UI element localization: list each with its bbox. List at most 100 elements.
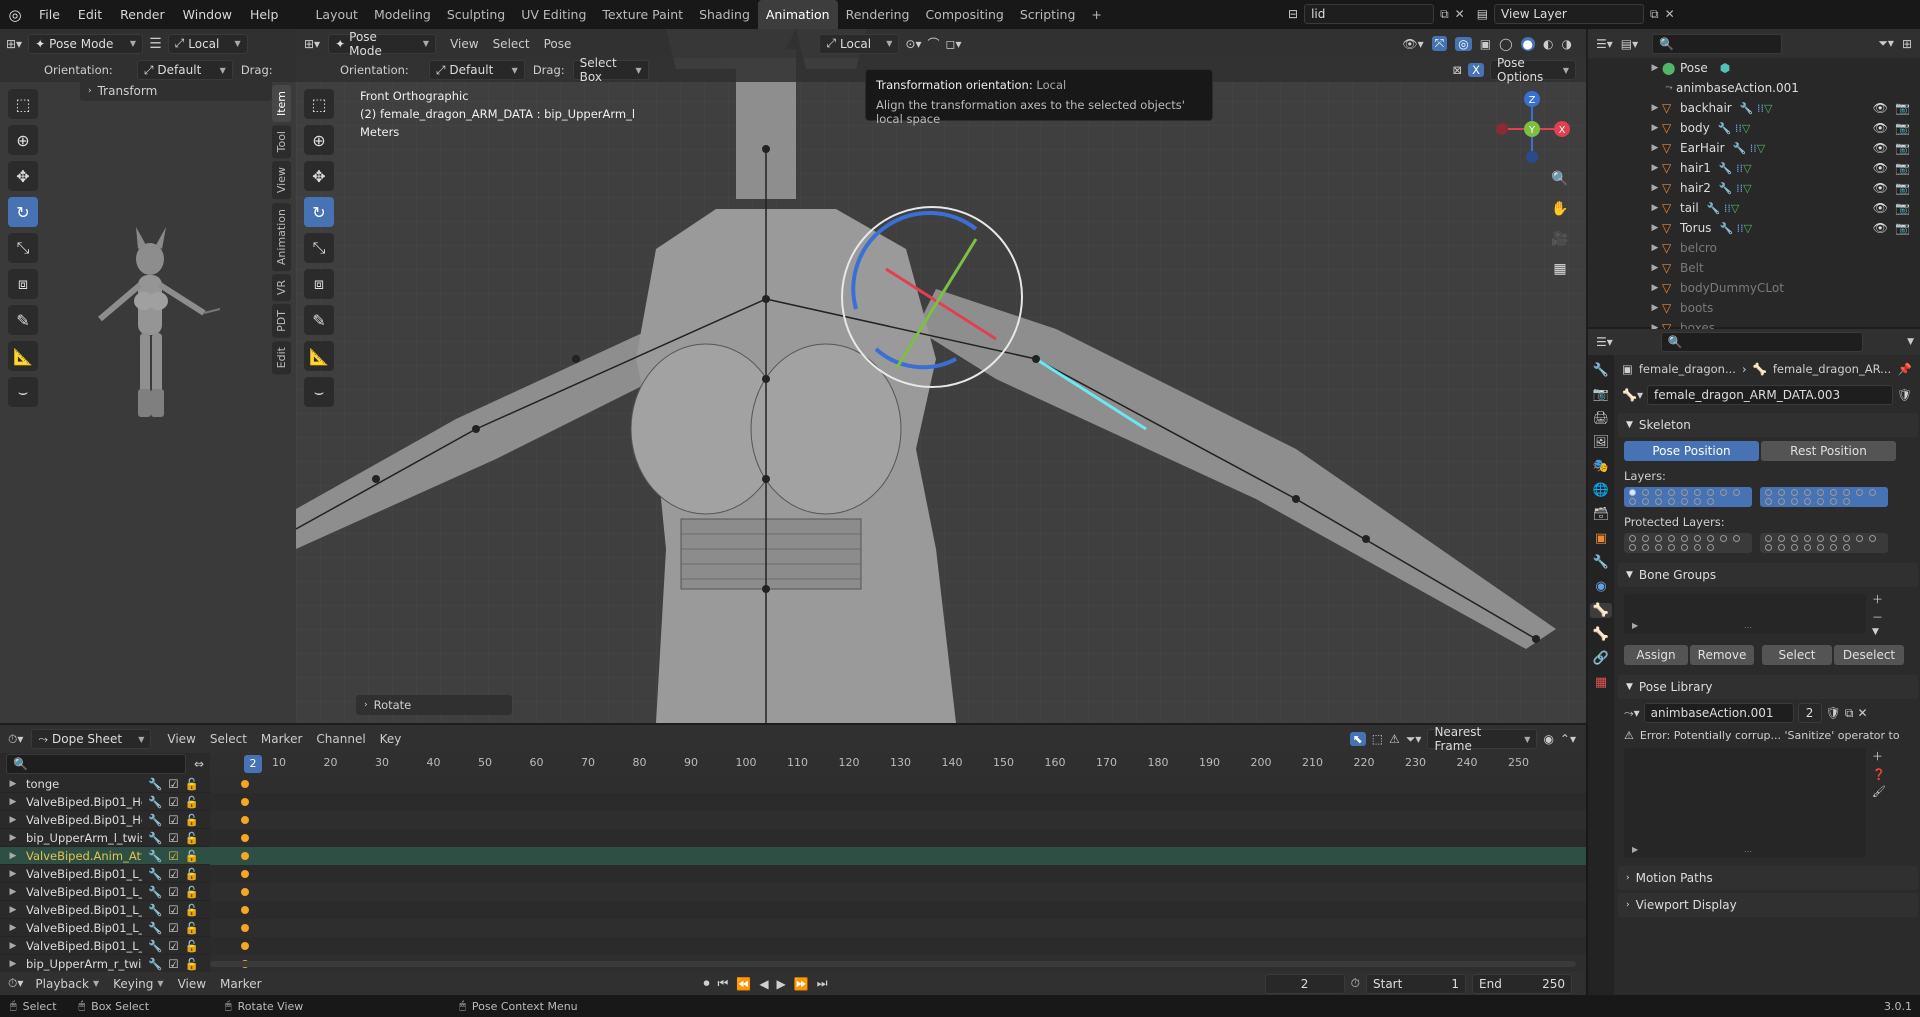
menu-channel[interactable]: Channel	[316, 732, 365, 746]
keyframe-track[interactable]	[210, 901, 1586, 919]
cursor-tool[interactable]: ⊕	[8, 125, 38, 155]
wrench-icon[interactable]: 🔧	[148, 921, 162, 935]
menu-keying[interactable]: Keying	[113, 977, 153, 991]
expand-arrow-icon[interactable]: ▶	[6, 797, 20, 807]
checkbox-icon[interactable]: ☑	[168, 831, 178, 845]
tab-sculpting[interactable]: Sculpting	[439, 0, 513, 29]
layer-dot[interactable]	[1655, 498, 1662, 505]
menu-marker[interactable]: Marker	[220, 977, 261, 991]
channel-item[interactable]: ▶ ValveBiped.Bip01_Hea 🔧 ☑ 🔓	[0, 793, 210, 811]
layer-dot[interactable]	[1707, 544, 1714, 551]
editor-type-icon[interactable]: ⏱▾	[8, 976, 23, 991]
eye-icon[interactable]: 👁	[1873, 161, 1888, 175]
sidebar-tab-vr[interactable]: VR	[272, 273, 291, 301]
measure-tool[interactable]: 📐	[8, 341, 38, 371]
keyframe-track[interactable]	[210, 937, 1586, 955]
channel-row[interactable]: ▶ bip_UpperArm_l_twist2 🔧 ☑ 🔓	[0, 829, 1586, 847]
checkbox-icon[interactable]: ☑	[168, 885, 178, 899]
zoom-icon[interactable]: 🔍	[1548, 171, 1572, 201]
data-block-name[interactable]: female_dragon_ARM_DATA.003	[1646, 385, 1893, 405]
transform-tool[interactable]: ⧈	[304, 269, 334, 299]
eye-icon[interactable]: 👁	[1873, 201, 1888, 215]
duplicate-icon[interactable]: ⧉	[1845, 706, 1854, 721]
last-operator-panel[interactable]: › Rotate	[356, 695, 512, 715]
main-viewport[interactable]: ⊞▾ ✦ Pose Mode ▼ View Select Pose ⤢ Local ▼ ⊙▾…	[296, 29, 1586, 723]
editor-type-icon[interactable]: ☰▾	[1596, 37, 1613, 51]
blender-logo-icon[interactable]: ◎	[0, 6, 30, 24]
menu-help[interactable]: Help	[241, 0, 288, 29]
lock-icon[interactable]: 🔓	[185, 831, 199, 845]
snap-icon[interactable]: ⌒	[927, 35, 939, 52]
xray-icon[interactable]: ▣	[1480, 37, 1491, 51]
action-name-field[interactable]: animbaseAction.001	[1643, 703, 1794, 723]
camera-render-icon[interactable]: 📷	[1895, 181, 1910, 195]
layer-dot[interactable]	[1843, 535, 1850, 542]
layer-dot[interactable]	[1629, 535, 1636, 542]
lock-icon[interactable]: 🔓	[185, 921, 199, 935]
view-layer-icon[interactable]: ▤	[1477, 7, 1488, 21]
checkbox-icon[interactable]: ☑	[168, 957, 178, 971]
wrench-icon[interactable]: 🔧	[148, 813, 162, 827]
checkbox-icon[interactable]: ☑	[168, 921, 178, 935]
next-keyframe-icon[interactable]: ⏩	[794, 977, 809, 991]
menu-view[interactable]: View	[167, 732, 195, 746]
overlay-icon[interactable]: ◎	[1455, 36, 1472, 51]
layer-dot[interactable]	[1830, 544, 1837, 551]
select-button[interactable]: Select	[1762, 645, 1832, 665]
expand-arrow-icon[interactable]: ▶	[6, 869, 20, 879]
transform-panel-header[interactable]: › Transform	[80, 81, 272, 101]
layer-dot[interactable]	[1791, 535, 1798, 542]
channel-row[interactable]: ▶ ValveBiped.Bip01_L_Ul 🔧 ☑ 🔓	[0, 865, 1586, 883]
pan-hand-icon[interactable]: ✋	[1548, 201, 1572, 231]
menu-select[interactable]: Select	[493, 37, 530, 51]
output-tab-icon[interactable]: 🖨	[1593, 411, 1610, 426]
tab-compositing[interactable]: Compositing	[917, 0, 1011, 29]
lock-icon[interactable]: 🔓	[185, 939, 199, 953]
expand-arrow-icon[interactable]: ▶	[6, 905, 20, 915]
bone-envelope-tool[interactable]: ⌣	[304, 377, 334, 407]
prev-keyframe-icon[interactable]: ⏪	[736, 977, 751, 991]
transform-tool[interactable]: ⧈	[8, 269, 38, 299]
layers-grid[interactable]	[1618, 487, 1918, 507]
layer-dot[interactable]	[1629, 498, 1636, 505]
menu-playback[interactable]: Playback	[35, 977, 89, 991]
wrench-icon[interactable]: 🔧	[148, 939, 162, 953]
remove-button[interactable]: Remove	[1690, 645, 1754, 665]
mirror-x-icon[interactable]: X	[1468, 63, 1484, 77]
rotate-tool[interactable]: ↻	[8, 197, 38, 227]
lock-icon[interactable]: 🔓	[185, 777, 199, 791]
visibility-icon[interactable]: 👁▾	[1402, 37, 1423, 51]
eye-icon[interactable]: 👁	[1873, 221, 1888, 235]
lock-icon[interactable]: 🔓	[185, 903, 199, 917]
layer-dot[interactable]	[1642, 544, 1649, 551]
layer-dot[interactable]	[1804, 535, 1811, 542]
properties-search[interactable]: 🔍	[1660, 332, 1863, 352]
tool-tab-icon[interactable]: 🔧	[1593, 363, 1609, 378]
display-mode-icon[interactable]: ▤▾	[1621, 37, 1638, 51]
filter-icon[interactable]: ⏷▾	[1406, 732, 1422, 747]
add-icon[interactable]: ＋	[1872, 748, 1886, 764]
tab-rendering[interactable]: Rendering	[838, 0, 918, 29]
camera-render-icon[interactable]: 📷	[1895, 201, 1910, 215]
layer-dot[interactable]	[1856, 489, 1863, 496]
layer-dot[interactable]	[1707, 535, 1714, 542]
keyframe-track[interactable]	[210, 775, 1586, 793]
layer-dot[interactable]	[1668, 544, 1675, 551]
expand-arrow-icon[interactable]: ▶	[1648, 243, 1662, 253]
help-icon[interactable]: ❓	[1872, 768, 1886, 781]
play-reverse-icon[interactable]: ◀	[759, 977, 768, 991]
layer-dot[interactable]	[1791, 498, 1798, 505]
outliner-item[interactable]: ▶ ▽ tail 🔧 ⁞⁞ ▽ 👁 📷	[1648, 198, 1920, 218]
lock-icon[interactable]: 🔓	[185, 885, 199, 899]
drag-dropdown[interactable]: Select Box ▼	[572, 56, 649, 84]
scene-icon[interactable]: ⊟	[1288, 7, 1298, 21]
layer-dot[interactable]	[1655, 489, 1662, 496]
checkbox-icon[interactable]: ☑	[168, 903, 178, 917]
layer-dot[interactable]	[1778, 498, 1785, 505]
menu-window[interactable]: Window	[174, 0, 241, 29]
expand-arrow-icon[interactable]: ▶	[6, 833, 20, 843]
select-box-tool[interactable]: ⬚	[8, 89, 38, 119]
layer-dot[interactable]	[1681, 489, 1688, 496]
pose-library-panel-header[interactable]: ▼ Pose Library	[1618, 675, 1918, 699]
outliner-item[interactable]: ▶ ▽ Belt	[1648, 258, 1920, 278]
